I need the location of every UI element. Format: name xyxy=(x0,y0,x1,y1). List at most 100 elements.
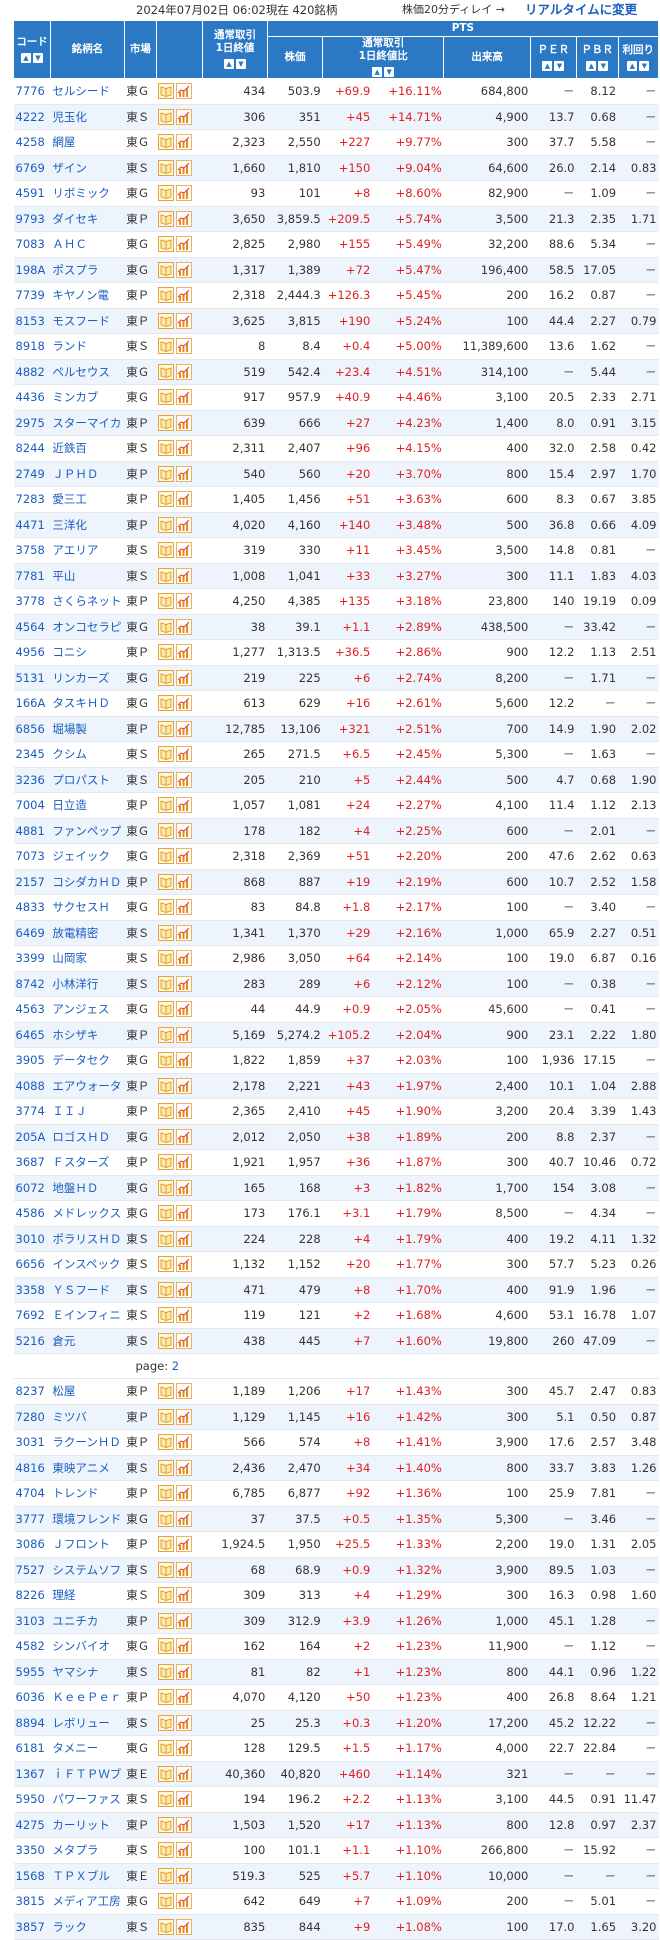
sort-controls[interactable]: ▲ ▼ xyxy=(541,59,565,72)
stock-code-link[interactable]: 4816 xyxy=(13,1455,51,1481)
chart-icon[interactable] xyxy=(175,695,192,712)
chart-icon[interactable] xyxy=(175,1714,192,1731)
stock-name-link[interactable]: ザイン xyxy=(50,155,125,181)
shikiho-book-icon[interactable] xyxy=(157,669,174,686)
stock-code-link[interactable]: 6469 xyxy=(13,920,51,946)
shikiho-book-icon[interactable] xyxy=(157,899,174,916)
stock-name-link[interactable]: メタプラ xyxy=(50,1837,125,1864)
stock-code-link[interactable]: 8237 xyxy=(13,1378,51,1405)
shikiho-book-icon[interactable] xyxy=(157,1587,174,1604)
stock-code-link[interactable]: 1367 xyxy=(13,1761,51,1787)
stock-code-link[interactable]: 8226 xyxy=(13,1582,51,1609)
shikiho-book-icon[interactable] xyxy=(157,1791,174,1808)
stock-code-link[interactable]: 3758 xyxy=(13,537,51,564)
shikiho-book-icon[interactable] xyxy=(157,414,174,431)
shikiho-book-icon[interactable] xyxy=(157,1918,174,1935)
chart-icon[interactable] xyxy=(175,1281,192,1298)
stock-code-link[interactable]: 6656 xyxy=(13,1251,51,1278)
stock-name-link[interactable]: ポスプラ xyxy=(50,257,125,283)
chart-icon[interactable] xyxy=(175,1307,192,1324)
sort-controls[interactable]: ▲ ▼ xyxy=(223,57,247,70)
chart-icon[interactable] xyxy=(175,1230,192,1247)
shikiho-book-icon[interactable] xyxy=(157,950,174,967)
chart-icon[interactable] xyxy=(175,1434,192,1451)
chart-icon[interactable] xyxy=(175,924,192,941)
stock-name-link[interactable]: クシム xyxy=(50,741,125,768)
sort-down-icon[interactable]: ▼ xyxy=(32,52,43,63)
stock-name-link[interactable]: ＫｅｅＰｅｒ xyxy=(50,1684,125,1711)
page-2-link[interactable]: 2 xyxy=(172,1359,179,1373)
stock-code-link[interactable]: 7073 xyxy=(13,843,51,870)
shikiho-book-icon[interactable] xyxy=(157,108,174,125)
stock-name-link[interactable]: エアウォータ xyxy=(50,1073,125,1099)
chart-icon[interactable] xyxy=(175,210,192,227)
chart-icon[interactable] xyxy=(175,108,192,125)
stock-code-link[interactable]: 3905 xyxy=(13,1047,51,1074)
stock-name-link[interactable]: メドレックス xyxy=(50,1200,125,1227)
chart-icon[interactable] xyxy=(175,1128,192,1145)
chart-icon[interactable] xyxy=(175,1765,192,1782)
chart-icon[interactable] xyxy=(175,1893,192,1910)
sort-up-icon[interactable]: ▲ xyxy=(20,52,31,63)
sort-up-icon[interactable]: ▲ xyxy=(542,60,553,71)
stock-name-link[interactable]: データセク xyxy=(50,1047,125,1074)
stock-name-link[interactable]: プロパスト xyxy=(50,767,125,793)
stock-code-link[interactable]: 5955 xyxy=(13,1659,51,1685)
stock-name-link[interactable]: アエリア xyxy=(50,537,125,564)
chart-icon[interactable] xyxy=(175,1332,192,1349)
stock-name-link[interactable]: ジェイック xyxy=(50,843,125,870)
stock-code-link[interactable]: 2749 xyxy=(13,461,51,487)
sort-controls[interactable]: ▲ ▼ xyxy=(371,65,395,78)
shikiho-book-icon[interactable] xyxy=(157,1536,174,1553)
shikiho-book-icon[interactable] xyxy=(157,185,174,202)
chart-icon[interactable] xyxy=(175,975,192,992)
sort-controls[interactable]: ▲ ▼ xyxy=(20,51,44,64)
stock-code-link[interactable]: 8918 xyxy=(13,333,51,360)
sort-down-icon[interactable]: ▼ xyxy=(639,60,650,71)
stock-code-link[interactable]: 3778 xyxy=(13,588,51,615)
stock-name-link[interactable]: 平山 xyxy=(50,563,125,589)
stock-name-link[interactable]: 山岡家 xyxy=(50,945,125,972)
stock-code-link[interactable]: 3103 xyxy=(13,1608,51,1634)
chart-icon[interactable] xyxy=(175,389,192,406)
shikiho-book-icon[interactable] xyxy=(157,1816,174,1833)
shikiho-book-icon[interactable] xyxy=(157,1256,174,1273)
chart-icon[interactable] xyxy=(175,1103,192,1120)
stock-code-link[interactable]: 4258 xyxy=(13,129,51,156)
chart-icon[interactable] xyxy=(175,950,192,967)
stock-code-link[interactable]: 205A xyxy=(13,1124,51,1150)
shikiho-book-icon[interactable] xyxy=(157,389,174,406)
shikiho-book-icon[interactable] xyxy=(157,261,174,278)
shikiho-book-icon[interactable] xyxy=(157,975,174,992)
shikiho-book-icon[interactable] xyxy=(157,848,174,865)
chart-icon[interactable] xyxy=(175,822,192,839)
shikiho-book-icon[interactable] xyxy=(157,1689,174,1706)
chart-icon[interactable] xyxy=(175,1638,192,1655)
chart-icon[interactable] xyxy=(175,567,192,584)
shikiho-book-icon[interactable] xyxy=(157,312,174,329)
shikiho-book-icon[interactable] xyxy=(157,567,174,584)
stock-code-link[interactable]: 6769 xyxy=(13,155,51,181)
chart-icon[interactable] xyxy=(175,771,192,788)
shikiho-book-icon[interactable] xyxy=(157,1714,174,1731)
stock-code-link[interactable]: 6072 xyxy=(13,1175,51,1201)
stock-code-link[interactable]: 8244 xyxy=(13,435,51,462)
chart-icon[interactable] xyxy=(175,1536,192,1553)
sort-down-icon[interactable]: ▼ xyxy=(236,59,246,69)
chart-icon[interactable] xyxy=(175,593,192,610)
sort-down-icon[interactable]: ▼ xyxy=(384,67,395,77)
stock-name-link[interactable]: ＹＳフード xyxy=(50,1277,125,1303)
shikiho-book-icon[interactable] xyxy=(157,1485,174,1502)
chart-icon[interactable] xyxy=(175,1205,192,1222)
stock-code-link[interactable]: 4275 xyxy=(13,1812,51,1838)
stock-name-link[interactable]: Ｊフロント xyxy=(50,1531,125,1558)
stock-code-link[interactable]: 3815 xyxy=(13,1888,51,1915)
stock-name-link[interactable]: ダイセキ xyxy=(50,206,125,232)
stock-name-link[interactable]: ロゴスＨＤ xyxy=(50,1124,125,1150)
stock-code-link[interactable]: 4088 xyxy=(13,1073,51,1099)
sort-up-icon[interactable]: ▲ xyxy=(372,67,383,77)
chart-icon[interactable] xyxy=(175,1561,192,1578)
stock-name-link[interactable]: メディア工房 xyxy=(50,1888,125,1915)
shikiho-book-icon[interactable] xyxy=(157,1867,174,1884)
shikiho-book-icon[interactable] xyxy=(157,1281,174,1298)
